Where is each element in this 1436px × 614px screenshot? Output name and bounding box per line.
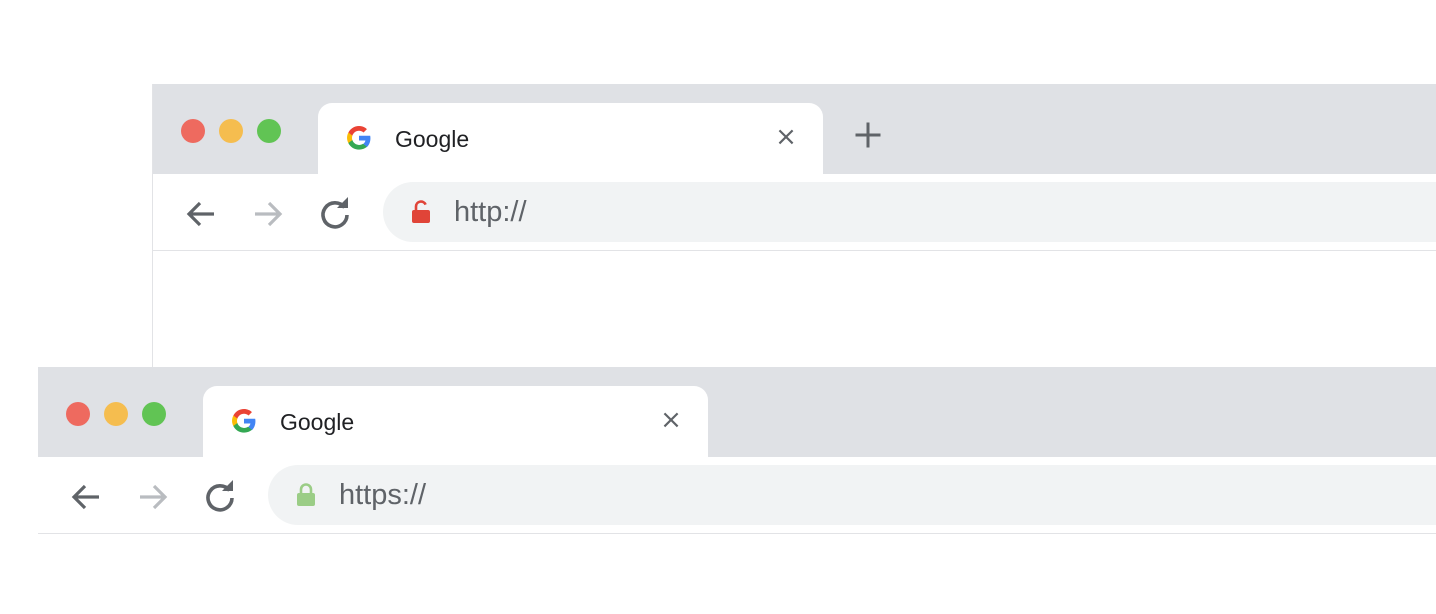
browser-window-https: Google × https:// [38, 367, 1436, 614]
tab-title: Google [280, 409, 355, 435]
window-controls [181, 119, 281, 143]
tab-title: Google [395, 126, 470, 152]
maximize-window-button[interactable] [142, 402, 166, 426]
arrow-right-icon[interactable] [135, 479, 171, 515]
toolbar: http:// [153, 174, 1436, 251]
minimize-window-button[interactable] [219, 119, 243, 143]
browser-window-http: Google × http:// [152, 84, 1436, 384]
url-text: https:// [339, 479, 427, 511]
arrow-left-icon[interactable] [68, 479, 104, 515]
close-window-button[interactable] [66, 402, 90, 426]
reload-icon[interactable] [202, 479, 238, 515]
window-controls [66, 402, 166, 426]
close-tab-button[interactable]: × [772, 123, 800, 151]
arrow-left-icon[interactable] [183, 196, 219, 232]
reload-icon[interactable] [317, 196, 353, 232]
close-window-button[interactable] [181, 119, 205, 143]
google-g-icon [347, 126, 371, 150]
arrow-right-icon[interactable] [250, 196, 286, 232]
tab-google[interactable]: Google × [318, 103, 823, 174]
locked-padlock-icon [297, 483, 315, 506]
close-tab-button[interactable]: × [657, 406, 685, 434]
maximize-window-button[interactable] [257, 119, 281, 143]
tab-strip: Google × [38, 367, 1436, 457]
plus-icon[interactable] [853, 120, 883, 150]
unlocked-padlock-icon [412, 200, 430, 223]
address-bar[interactable]: https:// [268, 465, 1436, 525]
google-g-icon [232, 409, 256, 433]
url-text: http:// [454, 196, 527, 228]
toolbar: https:// [38, 457, 1436, 534]
address-bar[interactable]: http:// [383, 182, 1436, 242]
minimize-window-button[interactable] [104, 402, 128, 426]
tab-strip: Google × [153, 84, 1436, 174]
tab-google[interactable]: Google × [203, 386, 708, 457]
